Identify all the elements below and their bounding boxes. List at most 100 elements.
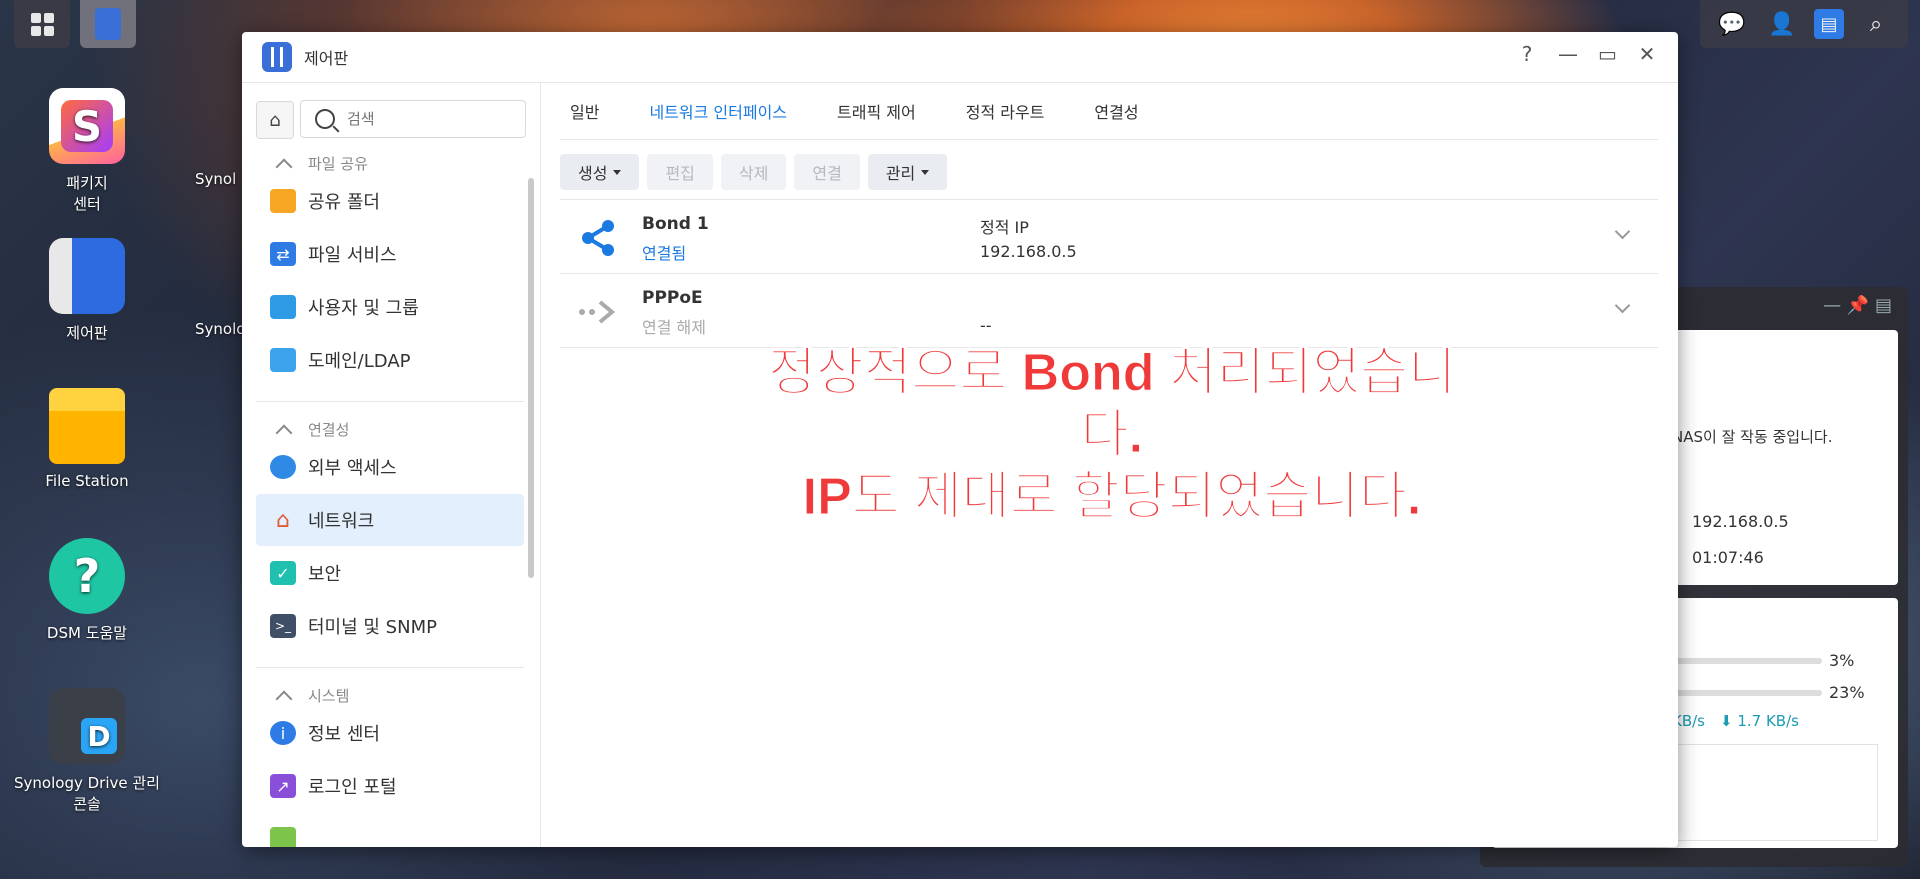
interface-list: Bond 1 연결됨 정적 IP 192.168.0.5 PPPoE 연결 해제… — [560, 199, 1658, 348]
file-services-icon: ⇄ — [270, 242, 296, 266]
section-system[interactable]: 시스템 — [256, 685, 349, 707]
maximize-button[interactable]: ▭ — [1598, 42, 1617, 66]
interface-row-pppoe[interactable]: PPPoE 연결 해제 -- — [560, 273, 1658, 348]
chevron-down-icon[interactable] — [1614, 223, 1631, 240]
control-panel-icon — [49, 238, 125, 314]
close-button[interactable]: ✕ — [1638, 42, 1656, 66]
help-button[interactable]: ? — [1518, 42, 1536, 66]
search-icon — [315, 109, 335, 129]
widget-controls[interactable]: — 📌 ▤ — [1823, 295, 1892, 316]
interface-ip: -- — [980, 316, 992, 335]
tab-traffic-control[interactable]: 트래픽 제어 — [827, 83, 926, 139]
users-icon — [270, 295, 296, 319]
tab-network-interface[interactable]: 네트워크 인터페이스 — [639, 83, 797, 139]
search-input[interactable] — [345, 109, 519, 129]
desktop-icon-label: Synology Drive 관리 콘솔 — [14, 774, 160, 813]
sidebar-item-partial[interactable] — [256, 813, 524, 847]
sidebar-item-network[interactable]: ⌂ 네트워크 — [256, 494, 524, 546]
chevron-up-icon — [275, 690, 293, 707]
shield-icon: ✓ — [270, 561, 296, 585]
tab-general[interactable]: 일반 — [560, 83, 609, 139]
search-box[interactable] — [300, 100, 526, 138]
info-icon: i — [270, 721, 296, 745]
window-titlebar: 제어판 ? — ▭ ✕ — [242, 32, 1678, 83]
connect-button[interactable]: 연결 — [794, 154, 860, 190]
delete-button[interactable]: 삭제 — [720, 154, 787, 190]
interface-status: 연결 해제 — [642, 318, 706, 337]
edit-button[interactable]: 편집 — [647, 154, 713, 190]
control-panel-icon — [95, 8, 121, 40]
desktop-icon-dsm-help[interactable]: ? DSM 도움말 — [12, 538, 162, 643]
window-controls: ? — ▭ ✕ — [1518, 42, 1656, 66]
desktop-icon-label: File Station — [45, 472, 129, 490]
sidebar-item-users-groups[interactable]: 사용자 및 그룹 — [256, 281, 524, 333]
terminal-icon: >_ — [270, 614, 296, 638]
desktop-icon-package-center[interactable]: S 패키지 센터 — [12, 88, 162, 214]
control-panel-icon — [262, 42, 292, 72]
minimize-button[interactable]: — — [1558, 42, 1578, 66]
tab-connectivity[interactable]: 연결성 — [1084, 83, 1148, 139]
domain-icon — [270, 348, 296, 372]
folder-icon — [270, 189, 296, 213]
interface-name: PPPoE — [642, 288, 703, 308]
taskbar-right: 💬 👤 ▤ ⌕ — [1700, 0, 1908, 48]
net-down: ⬇ 1.7 KB/s — [1720, 712, 1799, 730]
chevron-down-icon[interactable] — [1614, 297, 1631, 314]
tab-bar: 일반 네트워크 인터페이스 트래픽 제어 정적 라우트 연결성 — [560, 83, 1658, 140]
sidebar-scrollbar[interactable] — [528, 178, 534, 578]
sidebar: ⌂ 파일 공유 공유 폴더 ⇄파일 서비스 사용자 및 그룹 도메인/LDAP … — [242, 83, 541, 847]
help-icon: ? — [49, 538, 125, 614]
grid-icon — [30, 12, 54, 36]
desktop-icon-label: 제어판 — [66, 324, 108, 342]
health-status-text: NAS이 잘 작동 중입니다. — [1672, 428, 1833, 446]
toolbar: 생성 편집 삭제 연결 관리 — [560, 154, 948, 190]
section-connectivity[interactable]: 연결성 — [256, 419, 349, 441]
desktop-icon-file-station[interactable]: File Station — [12, 388, 162, 490]
home-button[interactable]: ⌂ — [256, 101, 294, 139]
network-home-icon: ⌂ — [276, 507, 290, 533]
annotation-overlay: 정상적으로 Bond 처리되었습니다. IP도 제대로 할당되었습니다. — [762, 342, 1462, 528]
sidebar-item-security[interactable]: ✓ 보안 — [256, 547, 524, 599]
cpu-value: 3% — [1829, 651, 1855, 670]
search-icon[interactable]: ⌕ — [1858, 6, 1894, 42]
chevron-up-icon — [275, 158, 293, 175]
manage-button[interactable]: 관리 — [867, 154, 948, 190]
sidebar-item-shared-folder[interactable]: 공유 폴더 — [256, 175, 524, 227]
desktop-icon-synology-drive[interactable]: D Synology Drive 관리 콘솔 — [6, 688, 168, 814]
annotation-line-1: 정상적으로 Bond 처리되었습니다. — [768, 344, 1457, 465]
package-center-icon: S — [49, 88, 125, 164]
widgets-icon[interactable]: ▤ — [1814, 9, 1844, 39]
folder-icon — [49, 388, 125, 464]
tab-static-route[interactable]: 정적 라우트 — [956, 83, 1055, 139]
widget-uptime: 01:07:46 — [1692, 548, 1764, 567]
chat-icon[interactable]: 💬 — [1714, 6, 1750, 42]
sidebar-item-login-portal[interactable]: ↗ 로그인 포털 — [256, 760, 524, 812]
pppoe-arrow-icon — [579, 300, 616, 324]
sidebar-item-domain-ldap[interactable]: 도메인/LDAP — [256, 334, 524, 386]
divider — [256, 401, 524, 402]
home-icon: ⌂ — [269, 109, 281, 131]
interface-row-bond[interactable]: Bond 1 연결됨 정적 IP 192.168.0.5 — [560, 199, 1658, 273]
desktop-icon-label: 패키지 센터 — [66, 174, 108, 213]
interface-name: Bond 1 — [642, 214, 709, 234]
caret-down-icon — [921, 169, 930, 175]
taskbar-left — [14, 0, 136, 48]
window-title: 제어판 — [304, 49, 349, 68]
sidebar-item-file-services[interactable]: ⇄ 파일 서비스 — [256, 228, 524, 280]
main-menu-button[interactable] — [14, 0, 70, 48]
taskbar-control-panel-button[interactable] — [80, 0, 136, 48]
user-icon[interactable]: 👤 — [1764, 6, 1800, 42]
network-chart — [1672, 744, 1878, 841]
desktop-icon-control-panel[interactable]: 제어판 — [12, 238, 162, 343]
login-portal-icon: ↗ — [270, 774, 296, 798]
sidebar-item-terminal-snmp[interactable]: >_ 터미널 및 SNMP — [256, 600, 524, 652]
drive-admin-icon: D — [49, 688, 125, 764]
ram-value: 23% — [1829, 683, 1865, 702]
section-file-sharing[interactable]: 파일 공유 — [256, 153, 368, 175]
control-panel-window: 제어판 ? — ▭ ✕ ⌂ 파일 공유 공유 폴더 ⇄파일 서비스 사용자 및 … — [242, 32, 1678, 847]
create-button[interactable]: 생성 — [560, 154, 640, 190]
sidebar-item-external-access[interactable]: 외부 액세스 — [256, 441, 524, 493]
chevron-up-icon — [275, 424, 293, 441]
desktop-icon-label: DSM 도움말 — [46, 624, 128, 642]
sidebar-item-info-center[interactable]: i 정보 센터 — [256, 707, 524, 759]
